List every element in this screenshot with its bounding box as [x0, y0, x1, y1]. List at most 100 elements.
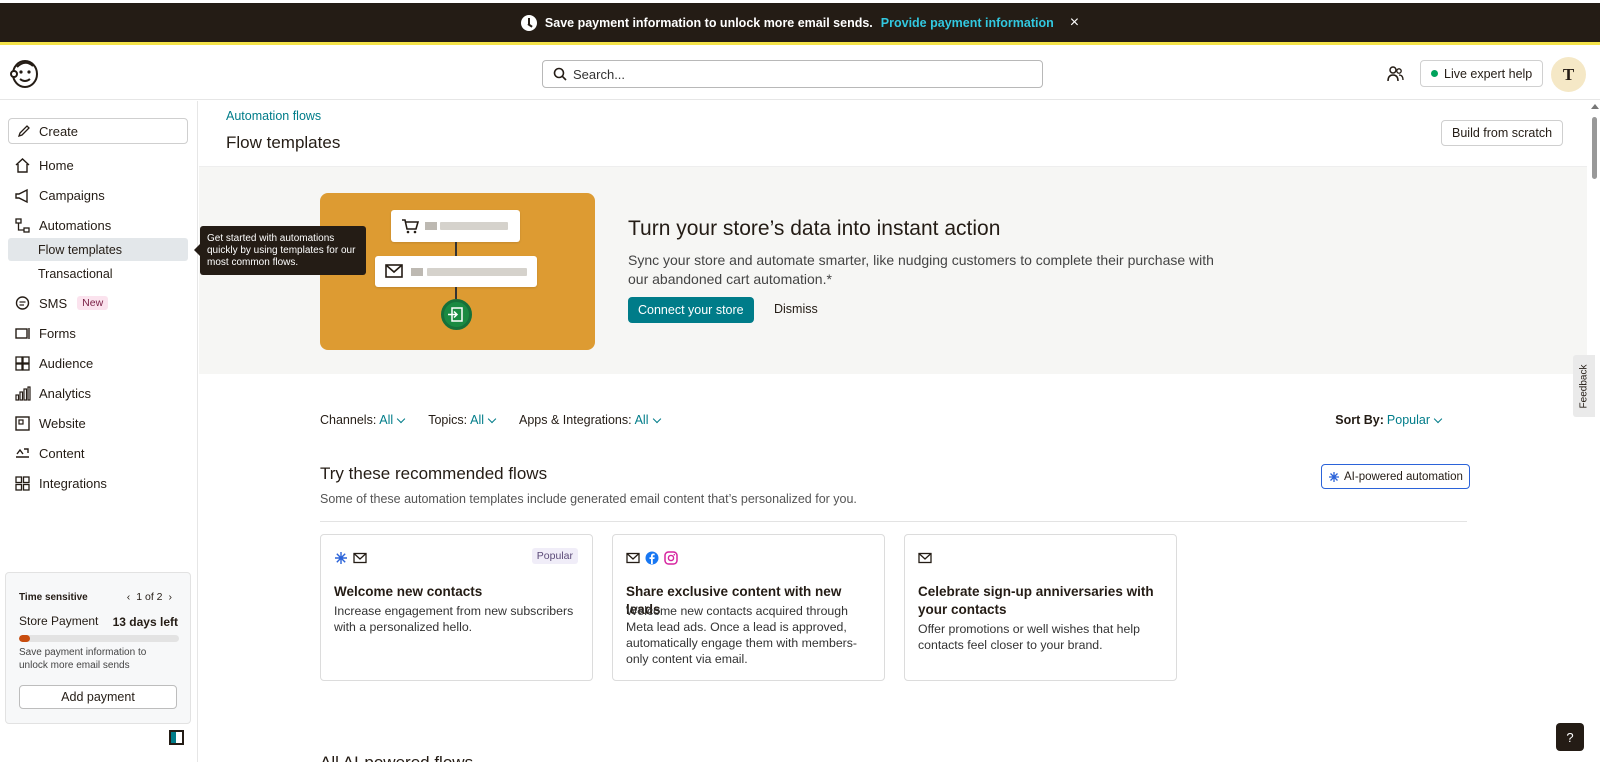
automations-icon [15, 217, 30, 233]
sidebar-item-campaigns[interactable]: Campaigns [14, 184, 105, 206]
envelope-icon [385, 264, 403, 278]
sort-dropdown[interactable]: Sort By: Popular [1335, 413, 1443, 427]
sidebar-item-forms[interactable]: Forms [14, 322, 76, 344]
filter-value: All [470, 413, 485, 427]
card-title: Celebrate sign-up anniversaries with you… [918, 584, 1154, 617]
feedback-tab[interactable]: Feedback [1573, 355, 1595, 417]
sort-label: Sort By: [1335, 413, 1384, 427]
sidebar-item-label: Forms [39, 325, 76, 341]
build-from-scratch-button[interactable]: Build from scratch [1441, 120, 1564, 146]
prev-arrow-icon[interactable]: ‹ [127, 591, 131, 603]
sidebar-item-analytics[interactable]: Analytics [14, 382, 91, 404]
sidebar-item-sms[interactable]: SMS New [14, 292, 109, 314]
automations-tooltip: Get started with automations quickly by … [194, 226, 366, 275]
content-icon [16, 447, 29, 458]
website-icon [15, 415, 30, 431]
email-step-card [375, 256, 537, 287]
avatar[interactable]: T [1551, 57, 1586, 92]
scrollbar[interactable] [1589, 101, 1600, 762]
sidebar-item-label: Audience [39, 355, 94, 371]
filter-apps-integrations[interactable]: Apps & Integrations: All [519, 413, 661, 427]
pencil-icon [17, 125, 30, 138]
email-icon [918, 552, 932, 564]
hero-description: Sync your store and automate smarter, li… [628, 252, 1214, 287]
flow-card-anniversaries[interactable]: Celebrate sign-up anniversaries with you… [904, 534, 1177, 681]
next-arrow-icon[interactable]: › [169, 591, 173, 603]
filter-value: All [634, 413, 649, 427]
filter-label: Apps & Integrations: [519, 413, 632, 427]
ai-powered-automation-button[interactable]: AI-powered automation [1321, 464, 1470, 489]
collapse-sidebar-icon[interactable] [169, 730, 184, 745]
connect-store-button[interactable]: Connect your store [628, 297, 754, 323]
online-status-dot [1431, 70, 1438, 77]
time-sensitive-label: Time sensitive [19, 592, 88, 603]
scroll-up-arrow-icon[interactable] [1591, 104, 1599, 109]
flow-card-exclusive-content[interactable]: Share exclusive content with new leads W… [612, 534, 885, 681]
card-description: Increase engagement from new subscribers… [334, 604, 574, 634]
filter-label: Topics: [428, 413, 468, 427]
sidebar-subitem-flow-templates[interactable]: Flow templates [8, 238, 188, 261]
card-icons [626, 551, 678, 565]
chevron-down-icon [487, 414, 497, 424]
close-icon[interactable]: × [1070, 14, 1079, 32]
sidebar-item-label: Home [39, 157, 74, 173]
breadcrumb[interactable]: Automation flows [226, 109, 321, 123]
ai-button-label: AI-powered automation [1344, 470, 1463, 483]
live-help-label: Live expert help [1444, 66, 1533, 81]
feedback-label: Feedback [1578, 364, 1590, 408]
time-card-desc: Save payment information to unlock more … [19, 647, 147, 671]
ai-sparkle-icon [335, 552, 347, 564]
sidebar-item-audience[interactable]: Audience [14, 352, 93, 374]
sidebar-item-website[interactable]: Website [14, 412, 86, 434]
filters-row: Channels: All Topics: All Apps & Integrati… [320, 413, 661, 427]
flow-card-welcome[interactable]: Popular Welcome new contacts Increase en… [320, 534, 593, 681]
integrations-icon [15, 475, 30, 491]
search-input[interactable] [573, 66, 1042, 82]
time-sensitive-card: Time sensitive ‹ 1 of 2 › Store Payment … [5, 572, 191, 724]
facebook-icon [645, 551, 659, 565]
exit-step-icon [441, 299, 472, 330]
search-icon [553, 67, 567, 81]
megaphone-icon [15, 188, 28, 203]
sidebar-item-content[interactable]: Content [14, 442, 85, 464]
chevron-down-icon [396, 414, 406, 424]
sidebar-item-automations[interactable]: Automations [14, 214, 111, 236]
ai-sparkle-icon [1329, 471, 1339, 482]
mailchimp-logo[interactable] [9, 57, 41, 89]
search-bar[interactable] [542, 60, 1043, 88]
sidebar: Create Home Campaigns Automations Flow t… [0, 101, 198, 762]
community-icon[interactable] [1385, 64, 1405, 84]
home-icon [15, 157, 30, 173]
sidebar-item-label: Integrations [39, 475, 107, 491]
clock-icon [520, 14, 537, 31]
cart-icon [402, 219, 419, 234]
store-payment-title: Store Payment [19, 614, 99, 628]
dismiss-button[interactable]: Dismiss [774, 302, 818, 316]
scrollbar-thumb[interactable] [1592, 117, 1597, 179]
audience-icon [15, 355, 30, 371]
card-description: Welcome new contacts acquired through Me… [626, 604, 858, 666]
sidebar-subitem-transactional[interactable]: Transactional [8, 262, 188, 285]
pager-text: 1 of 2 [136, 591, 163, 603]
sidebar-item-label: SMS [39, 295, 68, 311]
cart-step-card [391, 210, 520, 242]
sidebar-item-integrations[interactable]: Integrations [14, 472, 107, 494]
create-button[interactable]: Create [8, 118, 188, 144]
add-payment-button[interactable]: Add payment [19, 685, 177, 709]
email-icon [353, 552, 367, 564]
filter-topics[interactable]: Topics: All [428, 413, 497, 427]
card-icons [334, 551, 367, 565]
filter-value: All [379, 413, 394, 427]
payment-banner: Save payment information to unlock more … [0, 3, 1600, 45]
live-expert-help-button[interactable]: Live expert help [1420, 60, 1544, 87]
sidebar-item-label: Content [39, 445, 85, 461]
email-icon [626, 552, 640, 564]
provide-payment-link[interactable]: Provide payment information [881, 16, 1054, 30]
help-button[interactable]: ? [1556, 723, 1584, 751]
store-promo-banner: Turn your store’s data into instant acti… [199, 166, 1587, 374]
page-title: Flow templates [226, 133, 341, 152]
chevron-down-icon [652, 414, 661, 424]
filter-channels[interactable]: Channels: All [320, 413, 406, 427]
sidebar-item-home[interactable]: Home [14, 154, 74, 176]
progress-fill [19, 635, 31, 642]
